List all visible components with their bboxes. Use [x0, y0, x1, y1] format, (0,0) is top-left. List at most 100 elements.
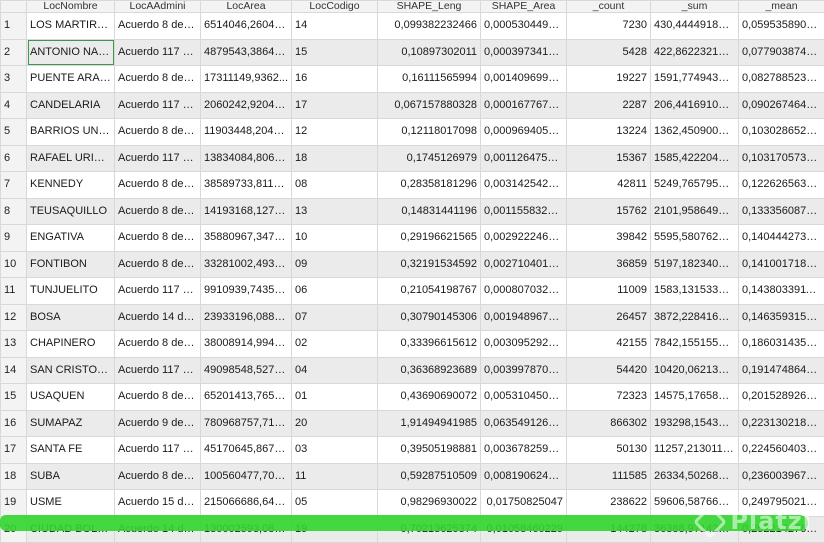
- table-row[interactable]: 6RAFAEL URIBE ...Acuerdo 117 de...138340…: [1, 145, 824, 172]
- row-number[interactable]: 18: [1, 463, 27, 490]
- table-row[interactable]: 7KENNEDYAcuerdo 8 de 1...38589733,8113..…: [1, 172, 824, 199]
- cell-shape-leng[interactable]: 0,1745126979: [378, 145, 481, 172]
- table-row[interactable]: 11TUNJUELITOAcuerdo 117 de...9910939,743…: [1, 278, 824, 305]
- cell-sum[interactable]: 422,862232187...: [651, 39, 739, 66]
- row-number[interactable]: 12: [1, 304, 27, 331]
- cell-count[interactable]: 866302: [567, 410, 651, 437]
- cell-shape-area[interactable]: 0,00314254262...: [481, 172, 567, 199]
- cell-shape-leng[interactable]: 0,099382232466: [378, 13, 481, 40]
- cell-locaadmini[interactable]: Acuerdo 8 de 1...: [115, 251, 201, 278]
- cell-shape-area[interactable]: 0,00080703274...: [481, 278, 567, 305]
- cell-shape-area[interactable]: 0,00053044988...: [481, 13, 567, 40]
- cell-locarea[interactable]: 38008914,9941...: [201, 331, 292, 358]
- table-row[interactable]: 2ANTONIO NARI...Acuerdo 117 de...4879543…: [1, 39, 824, 66]
- cell-locaadmini[interactable]: Acuerdo 8 de 1...: [115, 225, 201, 252]
- cell-count[interactable]: 54420: [567, 357, 651, 384]
- cell-count[interactable]: 42811: [567, 172, 651, 199]
- cell-loccodigo[interactable]: 07: [292, 304, 378, 331]
- cell-shape-area[interactable]: 0,00016776715...: [481, 92, 567, 119]
- cell-locarea[interactable]: 6514046,26040...: [201, 13, 292, 40]
- cell-locarea[interactable]: 35880967,3470...: [201, 225, 292, 252]
- cell-shape-leng[interactable]: 0,98296930022: [378, 490, 481, 517]
- cell-locnombre[interactable]: SANTA FE: [27, 437, 115, 464]
- cell-loccodigo[interactable]: 09: [292, 251, 378, 278]
- cell-count[interactable]: 42155: [567, 331, 651, 358]
- cell-locarea[interactable]: 45170645,8673...: [201, 437, 292, 464]
- cell-mean[interactable]: 0,12262656316...: [739, 172, 824, 199]
- cell-loccodigo[interactable]: 17: [292, 92, 378, 119]
- cell-shape-area[interactable]: 0,00271040160...: [481, 251, 567, 278]
- cell-mean[interactable]: 0,07790387475...: [739, 39, 824, 66]
- cell-loccodigo[interactable]: 15: [292, 39, 378, 66]
- cell-shape-leng[interactable]: 0,28358181296: [378, 172, 481, 199]
- cell-mean[interactable]: 0,08278852360...: [739, 66, 824, 93]
- cell-locarea[interactable]: 23933196,0887...: [201, 304, 292, 331]
- row-number[interactable]: 19: [1, 490, 27, 517]
- cell-count[interactable]: 39842: [567, 225, 651, 252]
- cell-shape-area[interactable]: 0,00292224610...: [481, 225, 567, 252]
- row-number[interactable]: 15: [1, 384, 27, 411]
- cell-mean[interactable]: 0,23600396722...: [739, 463, 824, 490]
- cell-loccodigo[interactable]: 10: [292, 225, 378, 252]
- cell-sum[interactable]: 7842,15515576...: [651, 331, 739, 358]
- cell-shape-area[interactable]: 0,063549126746: [481, 410, 567, 437]
- cell-locarea[interactable]: 2060242,92048...: [201, 92, 292, 119]
- cell-locarea[interactable]: 215066686,643...: [201, 490, 292, 517]
- cell-sum[interactable]: 2101,95864921...: [651, 198, 739, 225]
- cell-mean[interactable]: 0,09026746436...: [739, 92, 824, 119]
- cell-locaadmini[interactable]: Acuerdo 14 de ...: [115, 304, 201, 331]
- table-row[interactable]: 5BARRIOS UNID...Acuerdo 8 de 1...1190344…: [1, 119, 824, 146]
- cell-count[interactable]: 2287: [567, 92, 651, 119]
- cell-sum[interactable]: 3872,22841676...: [651, 304, 739, 331]
- cell-shape-area[interactable]: 0,00309529269...: [481, 331, 567, 358]
- cell-shape-area[interactable]: 0,008190624669: [481, 463, 567, 490]
- cell-shape-area[interactable]: 0,00096940568...: [481, 119, 567, 146]
- cell-shape-leng[interactable]: 0,067157880328: [378, 92, 481, 119]
- cell-loccodigo[interactable]: 11: [292, 463, 378, 490]
- cell-shape-leng[interactable]: 0,16111565994: [378, 66, 481, 93]
- table-row[interactable]: 13CHAPINEROAcuerdo 8 de 1...38008914,994…: [1, 331, 824, 358]
- cell-loccodigo[interactable]: 06: [292, 278, 378, 305]
- cell-locaadmini[interactable]: Acuerdo 8 de 1...: [115, 331, 201, 358]
- cell-shape-leng[interactable]: 0,43690690072: [378, 384, 481, 411]
- cell-mean[interactable]: 0,05953589099...: [739, 13, 824, 40]
- cell-locaadmini[interactable]: Acuerdo 15 de ...: [115, 490, 201, 517]
- cell-locnombre[interactable]: BARRIOS UNID...: [27, 119, 115, 146]
- cell-count[interactable]: 13224: [567, 119, 651, 146]
- cell-mean[interactable]: 0,14380339114...: [739, 278, 824, 305]
- cell-loccodigo[interactable]: 13: [292, 198, 378, 225]
- row-number[interactable]: 2: [1, 39, 27, 66]
- cell-count[interactable]: 238622: [567, 490, 651, 517]
- cell-mean[interactable]: 0,10317057356...: [739, 145, 824, 172]
- cell-sum[interactable]: 26334,5026822...: [651, 463, 739, 490]
- table-row[interactable]: 9ENGATIVAAcuerdo 8 de 1...35880967,3470.…: [1, 225, 824, 252]
- row-number[interactable]: 5: [1, 119, 27, 146]
- cell-sum[interactable]: 5595,58076272...: [651, 225, 739, 252]
- column-header-shape-leng[interactable]: SHAPE_Leng: [378, 1, 481, 13]
- table-row[interactable]: 3PUENTE ARAN...Acuerdo 8 de 1...17311149…: [1, 66, 824, 93]
- cell-mean[interactable]: 0,18603143531...: [739, 331, 824, 358]
- cell-mean[interactable]: 0,10302865246...: [739, 119, 824, 146]
- cell-locaadmini[interactable]: Acuerdo 117 de...: [115, 145, 201, 172]
- cell-shape-area[interactable]: 0,00367825909...: [481, 437, 567, 464]
- column-header-shape-area[interactable]: SHAPE_Area: [481, 1, 567, 13]
- cell-sum[interactable]: 5197,18234030...: [651, 251, 739, 278]
- cell-sum[interactable]: 1585,42220403...: [651, 145, 739, 172]
- column-header-locarea[interactable]: LocArea: [201, 1, 292, 13]
- column-header-locnombre[interactable]: LocNombre: [27, 1, 115, 13]
- cell-locaadmini[interactable]: Acuerdo 8 de 1...: [115, 13, 201, 40]
- cell-sum[interactable]: 1591,77494338...: [651, 66, 739, 93]
- cell-loccodigo[interactable]: 14: [292, 13, 378, 40]
- cell-sum[interactable]: 14575,1765873...: [651, 384, 739, 411]
- cell-locnombre[interactable]: CHAPINERO: [27, 331, 115, 358]
- cell-locnombre[interactable]: USME: [27, 490, 115, 517]
- cell-locnombre[interactable]: ANTONIO NARI...: [27, 39, 115, 66]
- cell-locaadmini[interactable]: Acuerdo 8 de 1...: [115, 463, 201, 490]
- row-number[interactable]: 16: [1, 410, 27, 437]
- cell-shape-area[interactable]: 0,00399787067...: [481, 357, 567, 384]
- row-number[interactable]: 17: [1, 437, 27, 464]
- cell-shape-area[interactable]: 0,001948967988: [481, 304, 567, 331]
- cell-shape-area[interactable]: 0,00039734136...: [481, 39, 567, 66]
- cell-locnombre[interactable]: BOSA: [27, 304, 115, 331]
- row-number-header[interactable]: [1, 1, 27, 13]
